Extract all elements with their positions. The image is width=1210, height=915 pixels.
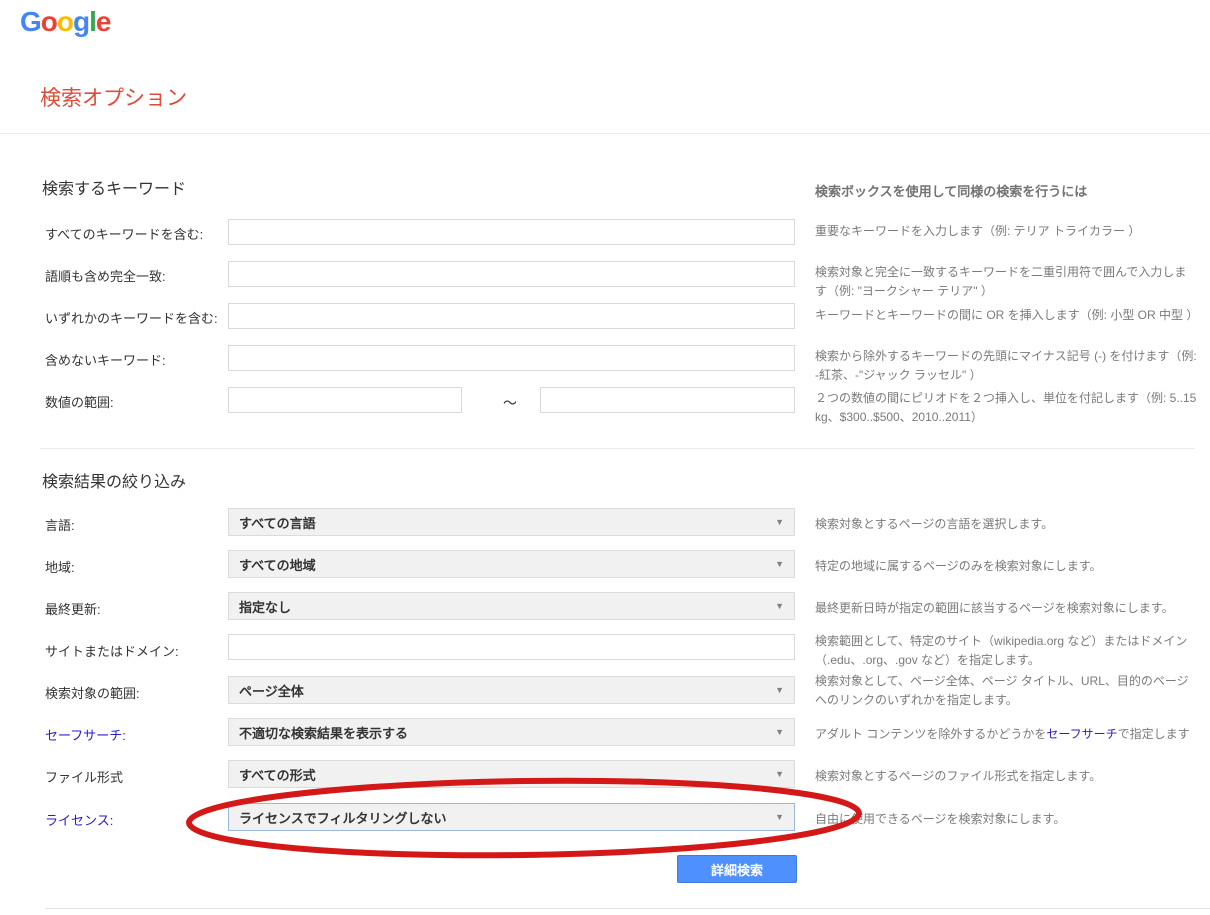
logo-letter: l <box>89 6 96 37</box>
help-region: 特定の地域に属するページのみを検索対象にします。 <box>815 557 1197 576</box>
label-terms-appearing: 検索対象の範囲: <box>45 683 140 702</box>
exclude-keywords-input[interactable] <box>228 345 795 371</box>
help-terms-appearing: 検索対象として、ページ全体、ページ タイトル、URL、目的のページへのリンクのい… <box>815 672 1197 709</box>
label-language: 言語: <box>45 515 75 534</box>
logo-letter: G <box>20 6 41 37</box>
language-select-value: すべての言語 <box>239 513 316 532</box>
language-select[interactable]: すべての言語 ▼ <box>228 508 795 536</box>
any-keywords-input[interactable] <box>228 303 795 329</box>
label-file-type: ファイル形式 <box>45 767 123 786</box>
region-select-value: すべての地域 <box>239 555 316 574</box>
section-title-keywords: 検索するキーワード <box>42 175 186 199</box>
safesearch-label-link[interactable]: セーフサーチ: <box>45 725 126 744</box>
last-update-select-value: 指定なし <box>239 597 291 616</box>
license-select-value: ライセンスでフィルタリングしない <box>239 808 446 827</box>
license-select[interactable]: ライセンスでフィルタリングしない ▼ <box>228 803 795 831</box>
all-keywords-input[interactable] <box>228 219 795 245</box>
range-tilde: 〜 <box>503 393 517 413</box>
help-safesearch-suffix: で指定します <box>1118 727 1190 741</box>
safesearch-select-value: 不適切な検索結果を表示する <box>239 723 408 742</box>
help-column-title: 検索ボックスを使用して同様の検索を行うには <box>815 181 1195 200</box>
help-site-domain: 検索範囲として、特定のサイト（wikipedia.org など）またはドメイン（… <box>815 632 1197 669</box>
file-type-select[interactable]: すべての形式 ▼ <box>228 760 795 788</box>
chevron-down-icon: ▼ <box>775 518 784 527</box>
help-all-keywords: 重要なキーワードを入力します（例: テリア トライカラー ） <box>815 222 1197 241</box>
help-number-range: ２つの数値の間にピリオドを２つ挿入し、単位を付記します（例: 5..15 kg、… <box>815 389 1197 426</box>
last-update-select[interactable]: 指定なし ▼ <box>228 592 795 620</box>
license-label-link[interactable]: ライセンス: <box>45 810 113 829</box>
help-safesearch-prefix: アダルト コンテンツを除外するかどうかを <box>815 727 1046 741</box>
advanced-search-submit-button[interactable]: 詳細検索 <box>677 855 797 883</box>
label-exclude-keywords: 含めないキーワード: <box>45 350 166 369</box>
safesearch-inline-link[interactable]: セーフサーチ <box>1046 727 1117 741</box>
file-type-select-value: すべての形式 <box>239 765 316 784</box>
chevron-down-icon: ▼ <box>775 770 784 779</box>
section-divider <box>40 448 1195 449</box>
chevron-down-icon: ▼ <box>775 602 784 611</box>
header-divider <box>0 133 1210 134</box>
site-domain-input[interactable] <box>228 634 795 660</box>
label-site-domain: サイトまたはドメイン: <box>45 641 179 660</box>
help-any-keywords: キーワードとキーワードの間に OR を挿入します（例: 小型 OR 中型 ） <box>815 306 1197 325</box>
help-language: 検索対象とするページの言語を選択します。 <box>815 515 1197 534</box>
google-logo[interactable]: Google <box>20 6 110 38</box>
footer-divider <box>45 908 1210 909</box>
help-exact-phrase: 検索対象と完全に一致するキーワードを二重引用符で囲んで入力します（例: "ヨーク… <box>815 263 1197 300</box>
terms-appearing-select-value: ページ全体 <box>239 681 304 700</box>
logo-letter: e <box>96 6 111 37</box>
help-last-update: 最終更新日時が指定の範囲に該当するページを検索対象にします。 <box>815 599 1197 618</box>
terms-appearing-select[interactable]: ページ全体 ▼ <box>228 676 795 704</box>
logo-letter: o <box>57 6 73 37</box>
label-number-range: 数値の範囲: <box>45 392 114 411</box>
logo-letter: o <box>41 6 57 37</box>
section-title-refine: 検索結果の絞り込み <box>42 468 186 492</box>
label-any-keywords: いずれかのキーワードを含む: <box>45 308 218 327</box>
chevron-down-icon: ▼ <box>775 686 784 695</box>
help-exclude-keywords: 検索から除外するキーワードの先頭にマイナス記号 (-) を付けます（例: -紅茶… <box>815 347 1197 384</box>
label-last-update: 最終更新: <box>45 599 101 618</box>
help-file-type: 検索対象とするページのファイル形式を指定します。 <box>815 767 1197 786</box>
number-range-to-input[interactable] <box>540 387 795 413</box>
help-license: 自由に使用できるページを検索対象にします。 <box>815 810 1197 829</box>
label-region: 地域: <box>45 557 75 576</box>
logo-letter: g <box>73 6 89 37</box>
label-all-keywords: すべてのキーワードを含む: <box>45 224 203 243</box>
safesearch-select[interactable]: 不適切な検索結果を表示する ▼ <box>228 718 795 746</box>
chevron-down-icon: ▼ <box>775 728 784 737</box>
page-title: 検索オプション <box>40 82 187 112</box>
label-exact-phrase: 語順も含め完全一致: <box>45 266 166 285</box>
chevron-down-icon: ▼ <box>775 813 784 822</box>
help-safesearch: アダルト コンテンツを除外するかどうかをセーフサーチで指定します <box>815 725 1197 744</box>
advanced-search-page: Google 検索オプション 検索するキーワード 検索ボックスを使用して同様の検… <box>0 0 1210 915</box>
number-range-from-input[interactable] <box>228 387 462 413</box>
exact-phrase-input[interactable] <box>228 261 795 287</box>
region-select[interactable]: すべての地域 ▼ <box>228 550 795 578</box>
chevron-down-icon: ▼ <box>775 560 784 569</box>
